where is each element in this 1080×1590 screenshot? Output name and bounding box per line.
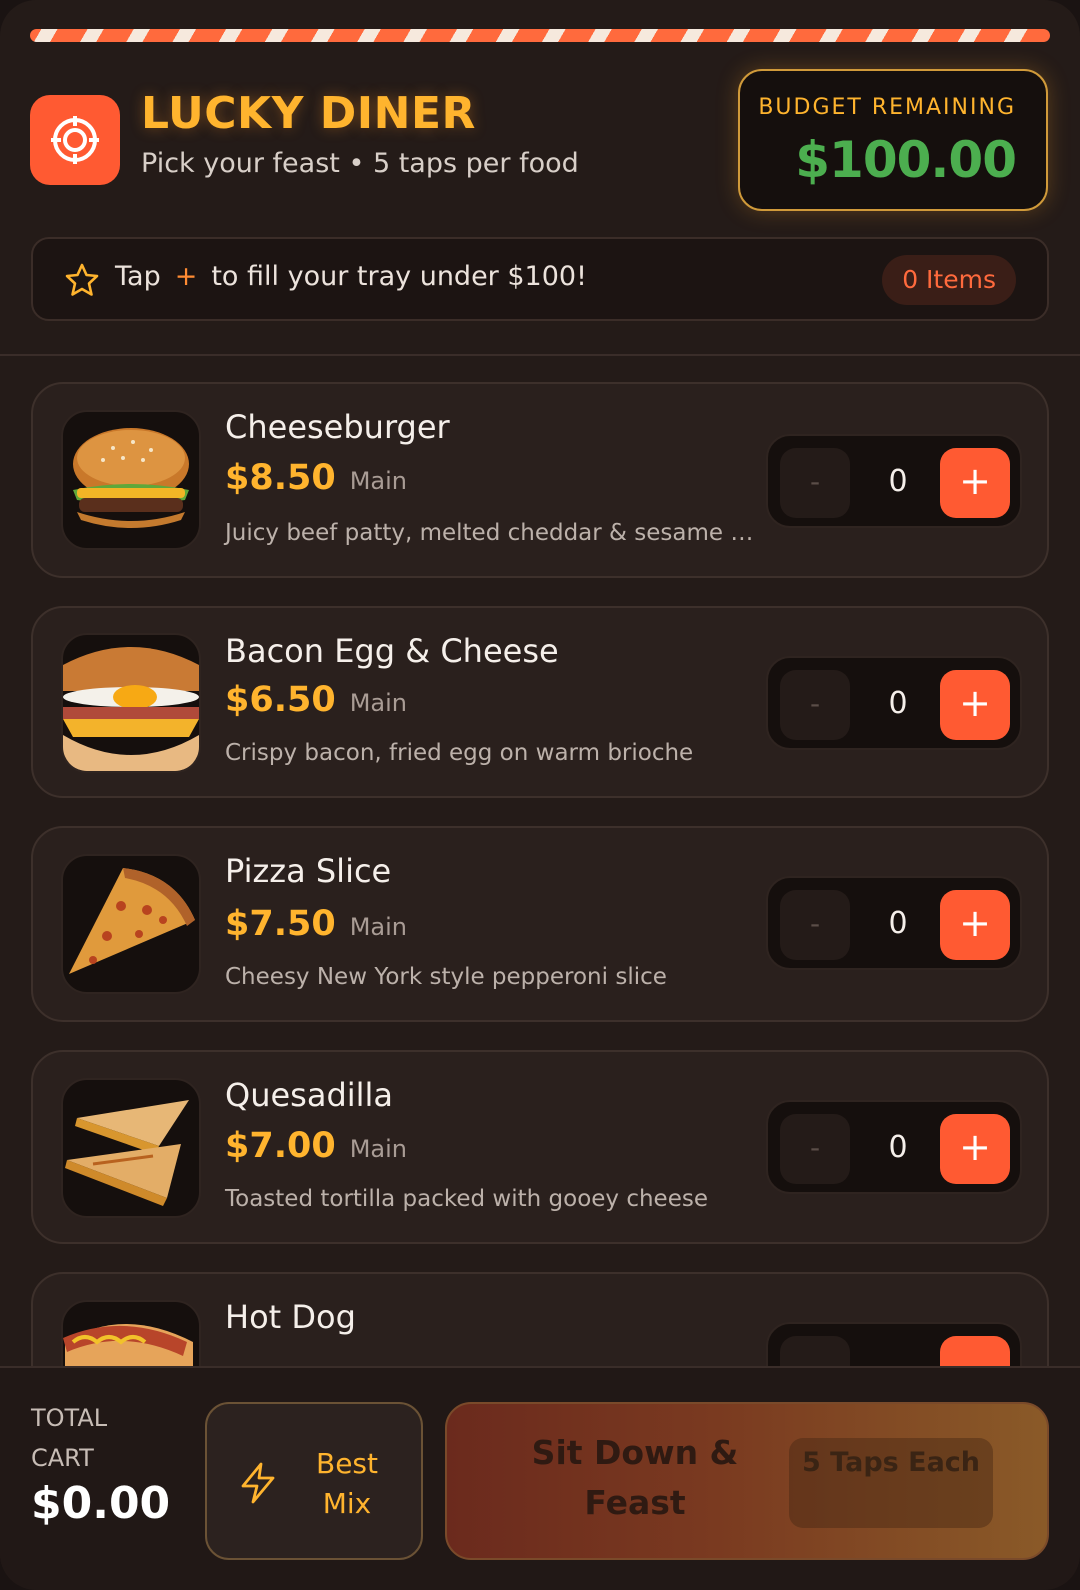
pizza-slice-illustration [69,868,195,974]
item-category: Main [349,467,408,495]
item-price-value: $8.50 [225,458,336,498]
bacon-egg-cheese-image [61,633,201,773]
menu-list[interactable]: Cheeseburger $8.50 Main Juicy beef patty,… [0,356,1080,1368]
tip-plus-symbol: + [174,261,198,292]
best-mix-button[interactable]: Best Mix [205,1402,423,1560]
item-category: Main [349,1135,408,1163]
item-description: Toasted tortilla packed with gooey chees… [225,1186,708,1212]
menu-item-card: Pizza Slice $7.50 Main Cheesy New York st… [31,826,1049,1022]
item-description: Crispy bacon, fried egg on warm brioche [225,740,694,766]
increment-button[interactable]: + [940,448,1010,518]
quesadilla-illustration [65,1100,189,1206]
logo [30,95,120,185]
budget-panel: BUDGET REMAINING $100.00 [738,69,1048,211]
total-cart-label: TOTAL CART [31,1404,108,1472]
budget-label: BUDGET REMAINING [758,95,1016,120]
menu-item-card: Hot Dog [31,1272,1049,1368]
app-subtitle: Pick your feast • 5 taps per food [141,148,579,179]
app-screen: LUCKY DINER Pick your feast • 5 taps per… [0,0,1080,1590]
footer-bar: TOTAL CART $0.00 Best Mix Sit Down & Fea… [0,1366,1080,1590]
tip-bar: Tap + to fill your tray under $100! 0 Item… [31,237,1049,321]
lightning-icon [241,1462,275,1504]
bacon-egg-cheese-illustration [63,647,199,771]
tip-prefix: Tap [115,261,161,292]
item-description: Cheesy New York style pepperoni slice [225,964,667,990]
item-price-value: $6.50 [225,680,336,720]
item-name: Bacon Egg & Cheese [225,632,559,670]
item-price: $7.50 Main [225,904,407,944]
quantity-value: 0 [888,1130,908,1165]
menu-item-card: Quesadilla $7.00 Main Toasted tortilla pa… [31,1050,1049,1244]
item-description: Juicy beef patty, melted cheddar & sesam… [225,520,754,546]
item-name: Hot Dog [225,1298,356,1336]
item-name: Quesadilla [225,1076,394,1114]
cheeseburger-image [61,410,201,550]
quantity-stepper: - 0 + [766,434,1022,528]
item-price: $8.50 Main [225,458,407,498]
decrement-button[interactable]: - [780,670,850,740]
decrement-button[interactable] [780,1336,850,1368]
increment-button[interactable]: + [940,670,1010,740]
decrement-button[interactable]: - [780,1114,850,1184]
best-mix-label: Best Mix [315,1447,378,1520]
app-title: LUCKY DINER [141,88,476,139]
item-name: Pizza Slice [225,852,392,890]
decrement-button[interactable]: - [780,890,850,960]
header-stripe [30,29,1050,42]
item-category: Main [349,689,408,717]
increment-button[interactable] [940,1336,1010,1368]
cheeseburger-illustration [73,428,189,528]
item-price-value: $7.00 [225,1126,336,1166]
increment-button[interactable]: + [940,1114,1010,1184]
quesadilla-image [61,1078,201,1218]
decrement-button[interactable]: - [780,448,850,518]
quantity-stepper: - 0 + [766,1100,1022,1194]
taps-badge: 5 Taps Each [789,1438,993,1528]
tip-text: Tap + to fill your tray under $100! [115,261,587,292]
pizza-slice-image [61,854,201,994]
quantity-value: 0 [888,464,908,499]
quantity-stepper: - 0 + [766,656,1022,750]
quantity-value: 0 [888,906,908,941]
hot-dog-illustration [63,1324,193,1368]
sit-down-feast-button[interactable]: Sit Down & Feast 5 Taps Each [445,1402,1049,1560]
item-category: Main [349,913,408,941]
item-price-value: $7.50 [225,904,336,944]
tip-suffix: to fill your tray under $100! [211,261,587,292]
menu-item-card: Cheeseburger $8.50 Main Juicy beef patty,… [31,382,1049,578]
item-price: $7.00 Main [225,1126,407,1166]
quantity-stepper: - 0 + [766,876,1022,970]
feast-label: Sit Down & Feast [531,1433,739,1522]
item-price: $6.50 Main [225,680,407,720]
item-name: Cheeseburger [225,408,450,446]
star-icon [65,263,99,296]
quantity-stepper [766,1322,1022,1368]
items-count-badge: 0 Items [882,255,1016,305]
menu-item-card: Bacon Egg & Cheese $6.50 Main Crispy baco… [31,606,1049,798]
target-icon [51,116,99,164]
hot-dog-image [61,1300,201,1368]
quantity-value: 0 [888,686,908,721]
increment-button[interactable]: + [940,890,1010,960]
budget-value: $100.00 [795,131,1017,189]
total-cart-value: $0.00 [31,1478,171,1529]
